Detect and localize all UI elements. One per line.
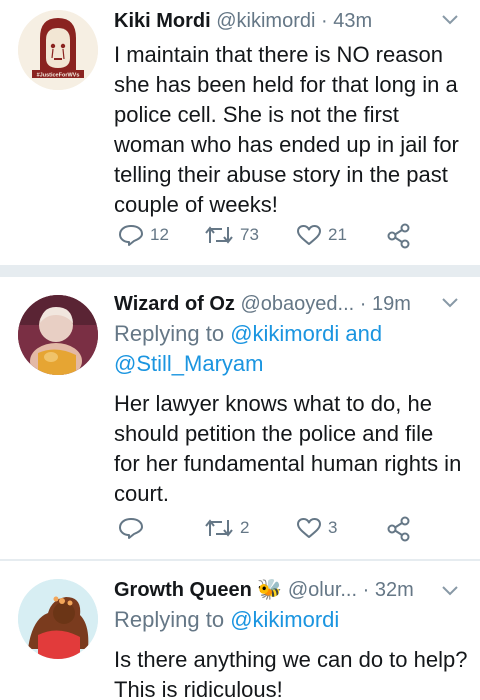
- text-line: I maintain that there is NO reason: [114, 42, 443, 67]
- mention-link[interactable]: @kikimordi: [230, 607, 339, 632]
- text-line: Her lawyer knows what to do, he: [114, 391, 432, 416]
- replying-to-label: Replying to: [114, 321, 231, 346]
- avatar[interactable]: [18, 579, 98, 659]
- like-button[interactable]: 21: [296, 223, 347, 247]
- timestamp[interactable]: 19m: [372, 293, 411, 315]
- tweet-text: Is there anything we can do to help? Thi…: [114, 645, 470, 700]
- user-photo-icon: [18, 295, 98, 375]
- share-icon: [387, 223, 410, 249]
- like-icon: [297, 225, 321, 245]
- text-line: telling their abuse story in the past: [114, 162, 448, 187]
- like-count: 3: [328, 518, 338, 537]
- svg-text:#JusticeForWVs: #JusticeForWVs: [37, 73, 80, 79]
- separator-dot: ·: [321, 10, 328, 32]
- share-icon: [387, 516, 410, 542]
- timestamp[interactable]: 32m: [375, 579, 414, 601]
- reply-icon: [119, 518, 143, 539]
- user-illustration-icon: [18, 579, 98, 659]
- text-line: This is ridiculous!: [114, 677, 283, 700]
- text-line: she has been held for that long in a: [114, 72, 458, 97]
- retweet-button[interactable]: 2: [204, 516, 249, 540]
- text-line: police cell. She is not the first: [114, 102, 399, 127]
- text-line: court.: [114, 481, 170, 506]
- replying-to: Replying to @kikimordi and @Still_Maryam: [114, 319, 470, 379]
- bee-badge-icon: 🐝: [257, 579, 283, 601]
- chevron-down-icon[interactable]: [440, 581, 460, 601]
- chevron-down-icon[interactable]: [440, 10, 460, 30]
- user-handle[interactable]: @olur...: [288, 579, 357, 601]
- tweet-3[interactable]: Growth Queen 🐝 @olur... · 32m Replying t…: [0, 561, 480, 700]
- avatar[interactable]: #JusticeForWVs: [18, 10, 98, 90]
- text-line: for her fundamental human rights in: [114, 451, 462, 476]
- share-button[interactable]: [386, 223, 412, 249]
- tweet-header: Kiki Mordi @kikimordi · 43m: [114, 8, 470, 34]
- separator-dot: ·: [359, 293, 367, 315]
- reply-icon: [119, 225, 143, 246]
- chevron-down-icon[interactable]: [440, 293, 460, 313]
- separator-dot: ·: [362, 579, 370, 601]
- like-count: 21: [328, 225, 347, 244]
- retweet-icon: [205, 519, 233, 537]
- replying-to-label: Replying to: [114, 607, 231, 632]
- retweet-button[interactable]: 73: [204, 223, 259, 247]
- tweet-1[interactable]: #JusticeForWVs Kiki Mordi @kikimordi · 4…: [0, 0, 480, 265]
- tweet-2[interactable]: Wizard of Oz @obaoyed... · 19m Replying …: [0, 277, 480, 559]
- tweet-header: Wizard of Oz @obaoyed... · 19m: [114, 291, 470, 317]
- text-line: woman who has ended up in jail for: [114, 132, 459, 157]
- mention-link[interactable]: @kikimordi and: [230, 321, 382, 346]
- like-button[interactable]: 3: [296, 516, 337, 540]
- text-line: couple of weeks!: [114, 192, 278, 217]
- display-name[interactable]: Wizard of Oz: [114, 293, 235, 315]
- share-button[interactable]: [386, 516, 412, 542]
- tweet-text: I maintain that there is NO reason she h…: [114, 40, 470, 220]
- tweet-header: Growth Queen 🐝 @olur... · 32m: [114, 577, 470, 603]
- display-name[interactable]: Growth Queen: [114, 579, 252, 601]
- timestamp[interactable]: 43m: [333, 10, 372, 32]
- text-line: Is there anything we can do to help?: [114, 647, 468, 672]
- mention-link[interactable]: @Still_Maryam: [114, 351, 263, 376]
- user-handle[interactable]: @kikimordi: [216, 10, 315, 32]
- retweet-count: 73: [240, 225, 259, 244]
- reply-button[interactable]: [118, 516, 150, 540]
- reply-count: 12: [150, 225, 169, 244]
- reply-button[interactable]: 12: [118, 223, 169, 247]
- tweet-separator: [0, 265, 480, 277]
- retweet-count: 2: [240, 518, 250, 537]
- user-handle[interactable]: @obaoyed...: [241, 293, 355, 315]
- retweet-icon: [205, 226, 233, 244]
- text-line: should petition the police and file: [114, 421, 434, 446]
- justice-logo-icon: #JusticeForWVs: [18, 10, 98, 90]
- replying-to: Replying to @kikimordi: [114, 605, 470, 635]
- like-icon: [297, 518, 321, 538]
- tweet-text: Her lawyer knows what to do, he should p…: [114, 389, 470, 509]
- avatar[interactable]: [18, 295, 98, 375]
- display-name[interactable]: Kiki Mordi: [114, 10, 211, 32]
